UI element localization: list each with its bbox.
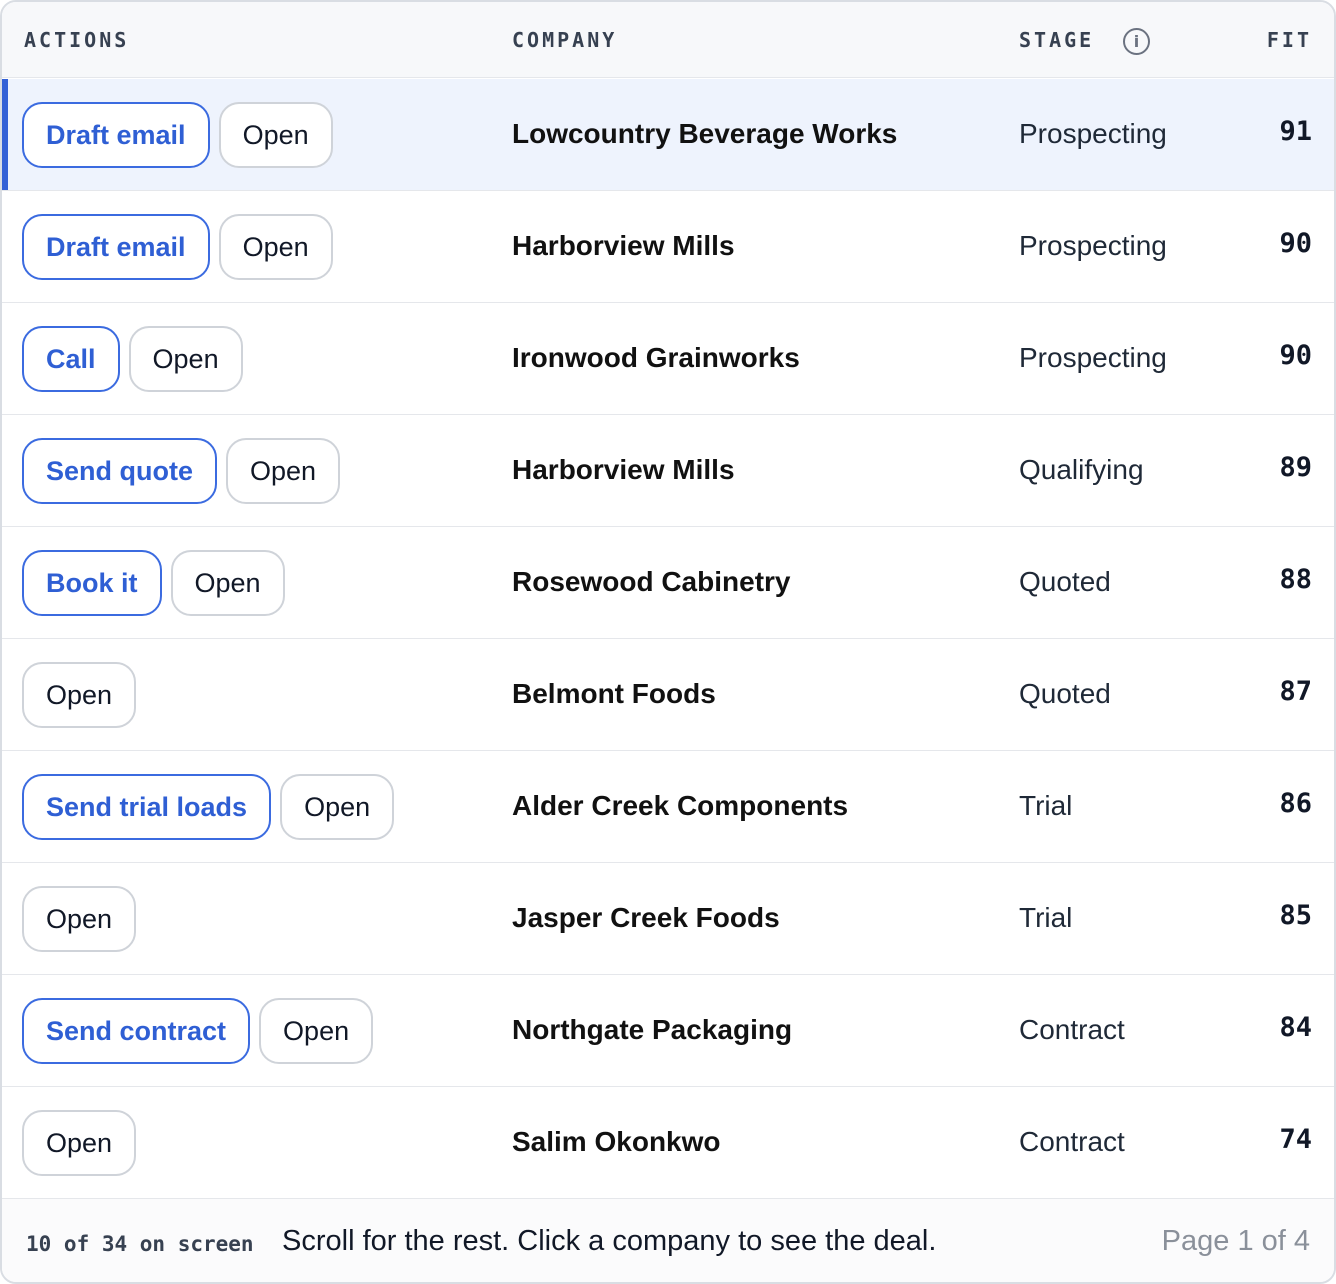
table-row[interactable]: Open Salim Okonkwo Contract 74 bbox=[2, 1087, 1334, 1199]
fit-score: 88 bbox=[1279, 564, 1312, 595]
fit-score: 84 bbox=[1279, 1012, 1312, 1043]
row-actions: Open bbox=[22, 886, 137, 952]
row-actions: Call Open bbox=[22, 326, 243, 392]
company-link[interactable]: Northgate Packaging bbox=[512, 1013, 792, 1047]
column-header-actions: ACTIONS bbox=[24, 28, 130, 52]
company-link[interactable]: Rosewood Cabinetry bbox=[512, 565, 790, 599]
row-actions: Send quote Open bbox=[22, 438, 341, 504]
table-row[interactable]: Draft email Open Lowcountry Beverage Works… bbox=[2, 79, 1334, 191]
deals-table: ACTIONS COMPANY STAGE i FIT Draft email O… bbox=[0, 0, 1336, 1284]
table-row[interactable]: Send contract Open Northgate Packaging Cont… bbox=[2, 975, 1334, 1087]
table-footer: 10 of 34 on screen Scroll for the rest. … bbox=[2, 1199, 1334, 1282]
stage-cell: Prospecting bbox=[1019, 342, 1167, 373]
table-row[interactable]: Draft email Open Harborview Mills Prospecti… bbox=[2, 191, 1334, 303]
row-actions: Book it Open bbox=[22, 550, 285, 616]
column-header-fit[interactable]: FIT bbox=[1267, 28, 1312, 52]
company-link[interactable]: Alder Creek Components bbox=[512, 789, 848, 823]
stage-cell: Quoted bbox=[1019, 678, 1111, 709]
stage-cell: Trial bbox=[1019, 790, 1073, 821]
company-link[interactable]: Harborview Mills bbox=[512, 229, 735, 263]
footer-hint: Scroll for the rest. Click a company to … bbox=[282, 1225, 937, 1257]
stage-cell: Prospecting bbox=[1019, 230, 1167, 261]
table-row[interactable]: Send quote Open Harborview Mills Qualifying… bbox=[2, 415, 1334, 527]
primary-action-button[interactable]: Draft email bbox=[22, 102, 210, 168]
table-row[interactable]: Open Jasper Creek Foods Trial 85 bbox=[2, 863, 1334, 975]
open-button[interactable]: Open bbox=[22, 886, 137, 952]
company-link[interactable]: Belmont Foods bbox=[512, 677, 716, 711]
company-link[interactable]: Ironwood Grainworks bbox=[512, 341, 800, 375]
info-icon[interactable]: i bbox=[1123, 28, 1150, 55]
primary-action-button[interactable]: Book it bbox=[22, 550, 162, 616]
open-button[interactable]: Open bbox=[170, 550, 285, 616]
fit-score: 86 bbox=[1279, 788, 1312, 819]
fit-score: 85 bbox=[1279, 900, 1312, 931]
stage-cell: Quoted bbox=[1019, 566, 1111, 597]
stage-cell: Qualifying bbox=[1019, 454, 1144, 485]
fit-score: 74 bbox=[1279, 1124, 1312, 1155]
fit-score: 87 bbox=[1279, 676, 1312, 707]
company-link[interactable]: Lowcountry Beverage Works bbox=[512, 117, 897, 151]
fit-score: 89 bbox=[1279, 452, 1312, 483]
row-actions: Open bbox=[22, 1110, 137, 1176]
primary-action-button[interactable]: Call bbox=[22, 326, 120, 392]
row-actions: Draft email Open bbox=[22, 214, 333, 280]
primary-action-button[interactable]: Send trial loads bbox=[22, 774, 272, 840]
company-link[interactable]: Jasper Creek Foods bbox=[512, 901, 780, 935]
fit-score: 90 bbox=[1279, 340, 1312, 371]
open-button[interactable]: Open bbox=[218, 102, 333, 168]
table-body: Draft email Open Lowcountry Beverage Works… bbox=[2, 79, 1334, 1199]
primary-action-button[interactable]: Send contract bbox=[22, 998, 251, 1064]
row-actions: Draft email Open bbox=[22, 102, 333, 168]
stage-cell: Trial bbox=[1019, 902, 1073, 933]
open-button[interactable]: Open bbox=[22, 662, 137, 728]
open-button[interactable]: Open bbox=[128, 326, 243, 392]
fit-score: 90 bbox=[1279, 228, 1312, 259]
table-row[interactable]: Send trial loads Open Alder Creek Componen… bbox=[2, 751, 1334, 863]
company-link[interactable]: Harborview Mills bbox=[512, 453, 735, 487]
row-count: 10 of 34 on screen bbox=[26, 1232, 254, 1256]
column-header-stage[interactable]: STAGE bbox=[1019, 28, 1094, 52]
company-link[interactable]: Salim Okonkwo bbox=[512, 1125, 721, 1159]
stage-cell: Contract bbox=[1019, 1126, 1125, 1157]
open-button[interactable]: Open bbox=[259, 998, 374, 1064]
open-button[interactable]: Open bbox=[280, 774, 395, 840]
page-indicator: Page 1 of 4 bbox=[1161, 1225, 1310, 1257]
stage-cell: Prospecting bbox=[1019, 118, 1167, 149]
open-button[interactable]: Open bbox=[226, 438, 341, 504]
table-header: ACTIONS COMPANY STAGE i FIT bbox=[2, 2, 1334, 78]
table-row[interactable]: Call Open Ironwood Grainworks Prospecting 90 bbox=[2, 303, 1334, 415]
primary-action-button[interactable]: Draft email bbox=[22, 214, 210, 280]
primary-action-button[interactable]: Send quote bbox=[22, 438, 217, 504]
column-header-company[interactable]: COMPANY bbox=[512, 28, 617, 52]
table-row[interactable]: Open Belmont Foods Quoted 87 bbox=[2, 639, 1334, 751]
open-button[interactable]: Open bbox=[22, 1110, 137, 1176]
row-actions: Send contract Open bbox=[22, 998, 374, 1064]
table-row[interactable]: Book it Open Rosewood Cabinetry Quoted 88 bbox=[2, 527, 1334, 639]
row-actions: Open bbox=[22, 662, 137, 728]
fit-score: 91 bbox=[1279, 116, 1312, 147]
stage-cell: Contract bbox=[1019, 1014, 1125, 1045]
open-button[interactable]: Open bbox=[218, 214, 333, 280]
row-actions: Send trial loads Open bbox=[22, 774, 395, 840]
